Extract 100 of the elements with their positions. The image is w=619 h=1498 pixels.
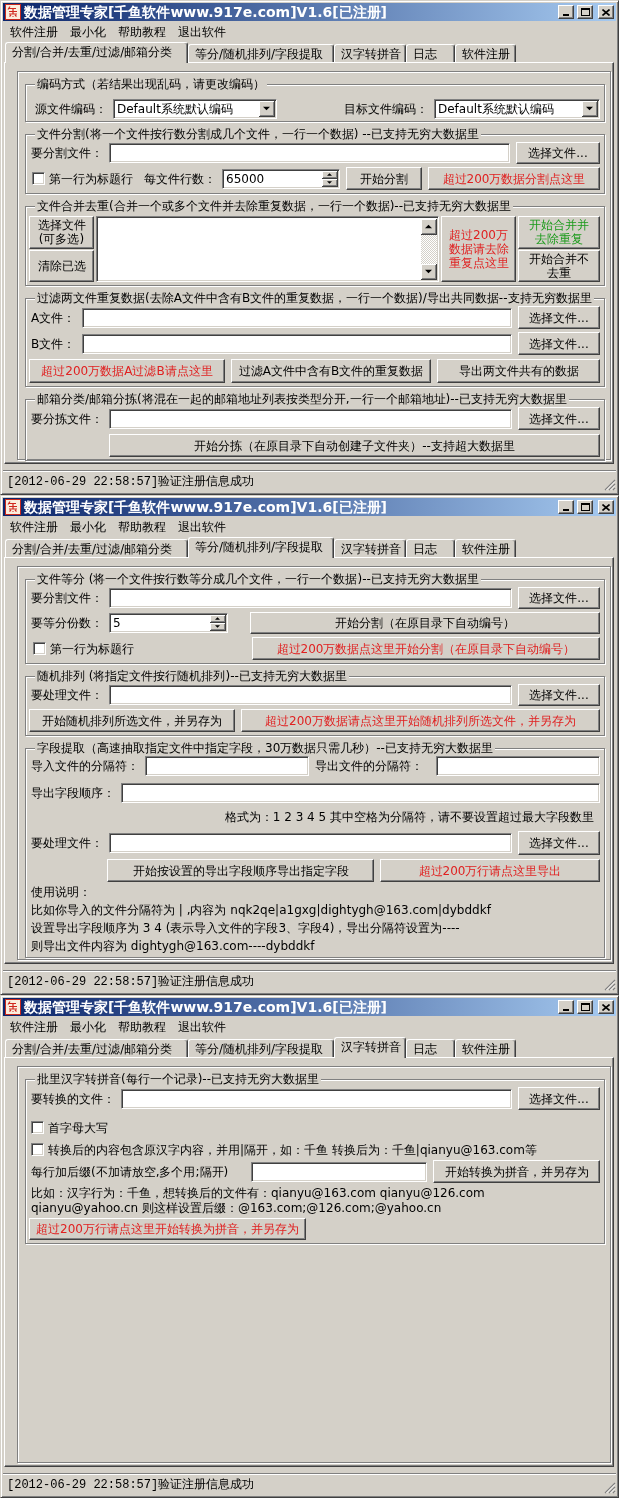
tab[interactable]: 分割/合并/去重/过滤/邮箱分类 xyxy=(5,539,188,557)
caret-down-icon[interactable] xyxy=(421,264,437,280)
caret-up-icon[interactable] xyxy=(421,219,437,235)
tab[interactable]: 汉字转拼音 xyxy=(334,44,406,62)
field-label: 每文件行数： xyxy=(144,170,216,188)
minimize-button[interactable] xyxy=(558,500,574,514)
push-button[interactable]: 选择文件... xyxy=(518,1087,600,1110)
text-field[interactable] xyxy=(145,756,309,776)
push-button[interactable]: 选择文件... xyxy=(518,306,600,329)
tab[interactable]: 软件注册 xyxy=(455,1039,516,1057)
field-label: 要处理文件： xyxy=(31,835,103,852)
minimize-button[interactable] xyxy=(558,5,574,19)
minimize-button[interactable] xyxy=(558,1000,574,1014)
text-area[interactable] xyxy=(96,216,439,282)
checkbox[interactable] xyxy=(31,1143,44,1156)
tab[interactable]: 分割/合并/去重/过滤/邮箱分类 xyxy=(5,42,188,63)
push-button[interactable]: 选择文件... xyxy=(516,142,600,164)
push-button[interactable]: 选择文件(可多选) xyxy=(29,216,94,249)
resize-grip-icon[interactable] xyxy=(604,479,616,491)
tab[interactable]: 日志 xyxy=(406,44,455,62)
caret-up-icon[interactable] xyxy=(322,170,338,179)
tab[interactable]: 软件注册 xyxy=(455,539,516,557)
tab[interactable]: 汉字转拼音 xyxy=(334,1037,406,1058)
caret-down-icon[interactable] xyxy=(322,178,338,187)
push-button[interactable]: 选择文件... xyxy=(518,684,600,706)
checkbox[interactable] xyxy=(32,172,45,185)
menu-item[interactable]: 软件注册 xyxy=(4,519,64,534)
text-field[interactable] xyxy=(251,1161,427,1182)
menu-item[interactable]: 退出软件 xyxy=(172,519,232,534)
dropdown[interactable]: Default系统默认编码 xyxy=(113,99,277,119)
push-button[interactable]: 开始分割（在原目录下自动编号） xyxy=(250,612,600,634)
push-button[interactable]: 开始转换为拼音，并另存为 xyxy=(433,1160,600,1183)
push-button[interactable]: 选择文件... xyxy=(518,332,600,355)
note-text: 设置导出字段顺序为 3 4 (表示导入文件的字段3、字段4)，导出分隔符设置为---- xyxy=(31,921,460,936)
menu-item[interactable]: 帮助教程 xyxy=(112,519,172,534)
caret-down-icon[interactable] xyxy=(582,101,598,117)
push-button[interactable]: 过滤A文件中含有B文件的重复数据 xyxy=(231,359,431,383)
close-button[interactable] xyxy=(598,500,614,514)
tab[interactable]: 日志 xyxy=(406,1039,455,1057)
tab[interactable]: 日志 xyxy=(406,539,455,557)
field-label: 要分割文件： xyxy=(31,590,103,607)
number-spinner[interactable]: 5 xyxy=(109,613,228,633)
menu-item[interactable]: 最小化 xyxy=(64,24,112,39)
checkbox-label[interactable]: 第一行为标题行 xyxy=(50,641,134,656)
text-field[interactable] xyxy=(109,588,512,608)
text-field[interactable] xyxy=(109,143,510,163)
caret-down-icon[interactable] xyxy=(210,623,226,631)
text-field[interactable] xyxy=(121,1088,512,1109)
push-button[interactable]: 开始合并不去重 xyxy=(518,249,600,282)
push-button[interactable]: 清除已选 xyxy=(29,249,94,282)
push-button[interactable]: 开始按设置的导出字段顺序导出指定字段 xyxy=(107,859,374,882)
tab[interactable]: 汉字转拼音 xyxy=(334,539,406,557)
maximize-button[interactable] xyxy=(577,1000,593,1014)
text-field[interactable] xyxy=(109,408,512,429)
checkbox-label[interactable]: 第一行为标题行 xyxy=(49,171,133,186)
text-field[interactable] xyxy=(109,685,512,705)
menu-item[interactable]: 退出软件 xyxy=(172,1019,232,1034)
resize-grip-icon[interactable] xyxy=(604,979,616,991)
text-field[interactable] xyxy=(109,833,512,853)
menu-item[interactable]: 退出软件 xyxy=(172,24,232,39)
menu-item[interactable]: 最小化 xyxy=(64,1019,112,1034)
caret-up-icon[interactable] xyxy=(210,615,226,623)
push-button[interactable]: 选择文件... xyxy=(518,831,600,855)
checkbox-label[interactable]: 转换后的内容包含原汉字内容，并用|隔开，如：千鱼 转换后为：千鱼|qianyu@163.com等 xyxy=(48,1142,537,1157)
note-text: 比如你导入的文件分隔符为 | ,内容为 nqk2qe|a1gxg|dightygh@163.com|dybddkf xyxy=(31,903,491,918)
window-title: 数据管理专家[千鱼软件www.917e.com]V1.6[已注册] xyxy=(24,499,388,515)
maximize-button[interactable] xyxy=(577,500,593,514)
text-field[interactable] xyxy=(436,756,600,776)
menu-item[interactable]: 最小化 xyxy=(64,519,112,534)
tab[interactable]: 软件注册 xyxy=(455,44,516,62)
menu-item[interactable]: 帮助教程 xyxy=(112,24,172,39)
push-button[interactable]: 选择文件... xyxy=(518,407,600,430)
menu-item[interactable]: 软件注册 xyxy=(4,1019,64,1034)
close-button[interactable] xyxy=(598,5,614,19)
push-button[interactable]: 选择文件... xyxy=(518,587,600,609)
checkbox[interactable] xyxy=(31,1121,44,1134)
field-label: 导出文件的分隔符： xyxy=(315,758,424,775)
push-button[interactable]: 开始分割 xyxy=(346,167,422,190)
text-field[interactable] xyxy=(121,783,600,803)
text-field[interactable] xyxy=(82,307,512,328)
push-button[interactable]: 开始分拣（在原目录下自动创建子文件夹）--支持超大数据里 xyxy=(109,434,600,457)
resize-grip-icon[interactable] xyxy=(604,1482,616,1494)
push-button[interactable]: 导出两文件共有的数据 xyxy=(437,359,600,383)
checkbox-label[interactable]: 首字母大写 xyxy=(48,1120,108,1135)
close-button[interactable] xyxy=(598,1000,614,1014)
text-field[interactable] xyxy=(82,333,512,354)
push-button[interactable]: 开始随机排列所选文件，并另存为 xyxy=(29,709,235,732)
maximize-icon xyxy=(580,8,590,16)
vertical-scrollbar[interactable] xyxy=(421,219,437,280)
number-spinner[interactable]: 65000 xyxy=(222,168,340,189)
tab[interactable]: 等分/随机排列/字段提取 xyxy=(188,1039,334,1057)
tab[interactable]: 分割/合并/去重/过滤/邮箱分类 xyxy=(5,1039,188,1057)
menu-item[interactable]: 软件注册 xyxy=(4,24,64,39)
tab[interactable]: 等分/随机排列/字段提取 xyxy=(188,44,334,62)
maximize-button[interactable] xyxy=(577,5,593,19)
tab[interactable]: 等分/随机排列/字段提取 xyxy=(188,537,334,558)
dropdown[interactable]: Default系统默认编码 xyxy=(434,99,600,119)
caret-down-icon[interactable] xyxy=(259,101,275,117)
checkbox[interactable] xyxy=(33,642,46,655)
menu-item[interactable]: 帮助教程 xyxy=(112,1019,172,1034)
